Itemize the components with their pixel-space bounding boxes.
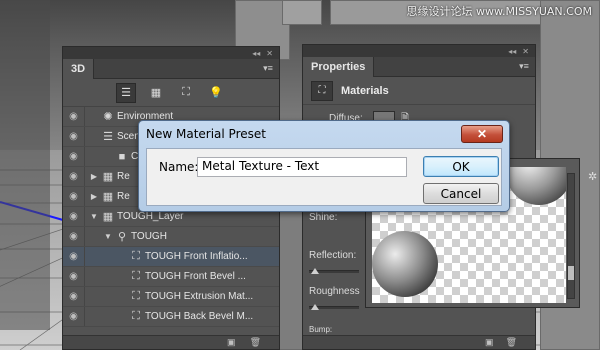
panel-tabs: Properties ▾≡ bbox=[303, 56, 535, 77]
panel-footer: ▣ 🗑 bbox=[303, 335, 535, 349]
collapse-icon[interactable]: ◂◂ bbox=[252, 49, 260, 58]
visibility-eye-icon[interactable]: ◉ bbox=[63, 267, 85, 286]
visibility-eye-icon[interactable]: ◉ bbox=[63, 107, 85, 126]
tab-3d[interactable]: 3D bbox=[63, 58, 95, 79]
materials-icon: ⛶ bbox=[311, 80, 333, 101]
scene-tree-row[interactable]: ◉ ⛶ TOUGH Extrusion Mat... bbox=[63, 287, 279, 307]
visibility-eye-icon[interactable]: ◉ bbox=[63, 207, 85, 226]
material-swatch[interactable] bbox=[372, 231, 438, 297]
picker-scrollbar[interactable] bbox=[567, 173, 575, 299]
mesh-icon: ▦ bbox=[102, 191, 114, 203]
cancel-button[interactable]: Cancel bbox=[423, 183, 499, 204]
material-swatch[interactable] bbox=[506, 167, 566, 205]
mesh-icon: ▦ bbox=[102, 171, 114, 183]
new-icon[interactable]: ▣ bbox=[227, 337, 236, 348]
name-label: Name: bbox=[159, 160, 199, 174]
expand-toggle-icon[interactable]: ▶ bbox=[89, 192, 99, 201]
scene-tree-row[interactable]: ◉ ▼ ⚲ TOUGH bbox=[63, 227, 279, 247]
visibility-eye-icon[interactable]: ◉ bbox=[63, 247, 85, 266]
panel-menu-icon[interactable]: ▾≡ bbox=[513, 61, 535, 72]
scene-tree-row-label: TOUGH Extrusion Mat... bbox=[145, 291, 254, 302]
picker-scroll-thumb[interactable] bbox=[568, 266, 574, 280]
scene-tree-row-label: TOUGH bbox=[131, 231, 167, 242]
dialog-body: Name: Metal Texture - Text OK Cancel bbox=[146, 148, 502, 206]
collapse-icon[interactable]: ◂◂ bbox=[508, 47, 516, 56]
dialog-titlebar[interactable]: New Material Preset ✕ bbox=[139, 121, 509, 147]
scene-filter-bar: ☰ ▦ ⛶ 💡 bbox=[63, 79, 279, 107]
panel-collapse-strip[interactable]: ◂◂ ✕ bbox=[303, 45, 535, 57]
expand-toggle-icon[interactable]: ▶ bbox=[89, 172, 99, 181]
bump-label: Bump: bbox=[309, 325, 333, 334]
3d-text-object[interactable] bbox=[282, 0, 322, 25]
scene-tree-row-label: TOUGH Front Inflatio... bbox=[145, 251, 248, 262]
close-icon[interactable]: ✕ bbox=[266, 49, 273, 58]
panel-tabs: 3D ▾≡ bbox=[63, 58, 279, 79]
ok-button[interactable]: OK bbox=[423, 156, 499, 177]
dialog-title: New Material Preset bbox=[146, 127, 266, 141]
gear-icon[interactable]: ✲ bbox=[588, 170, 598, 183]
visibility-eye-icon[interactable]: ◉ bbox=[63, 127, 85, 146]
shine-label: Shine: bbox=[309, 212, 338, 223]
scene-tree-row[interactable]: ◉ ⛶ TOUGH Front Bevel ... bbox=[63, 267, 279, 287]
expand-toggle-icon[interactable]: ▼ bbox=[103, 232, 113, 241]
new-material-preset-dialog: New Material Preset ✕ Name: Metal Textur… bbox=[138, 120, 510, 212]
roughness-slider-knob[interactable] bbox=[311, 304, 319, 310]
mesh-icon: ⚲ bbox=[117, 231, 127, 243]
watermark: 思缘设计论坛 www.MISSYUAN.COM bbox=[406, 5, 592, 18]
preset-name-input[interactable]: Metal Texture - Text bbox=[197, 157, 407, 177]
camera-icon: ■ bbox=[118, 150, 126, 163]
visibility-eye-icon[interactable]: ◉ bbox=[63, 167, 85, 186]
lights-icon[interactable]: 💡 bbox=[206, 83, 226, 103]
roughness-label: Roughness bbox=[309, 286, 360, 297]
panel-menu-icon[interactable]: ▾≡ bbox=[257, 63, 279, 74]
close-button[interactable]: ✕ bbox=[461, 125, 503, 143]
material-icon: ⛶ bbox=[132, 270, 140, 282]
new-icon[interactable]: ▣ bbox=[485, 337, 494, 348]
visibility-eye-icon[interactable]: ◉ bbox=[63, 147, 85, 166]
visibility-eye-icon[interactable]: ◉ bbox=[63, 227, 85, 246]
close-icon[interactable]: ✕ bbox=[522, 47, 529, 56]
visibility-eye-icon[interactable]: ◉ bbox=[63, 187, 85, 206]
panel-footer: ▣ 🗑 bbox=[63, 335, 279, 349]
properties-header: ⛶ Materials bbox=[303, 77, 535, 105]
scene-icon: ☰ bbox=[103, 131, 113, 143]
scene-tree-row-label: TOUGH Front Bevel ... bbox=[145, 271, 246, 282]
expand-toggle-icon[interactable]: ▼ bbox=[89, 212, 99, 221]
scene-tree-row-label: TOUGH_Layer bbox=[117, 211, 184, 222]
scene-tree-row[interactable]: ◉ ⛶ TOUGH Front Inflatio... bbox=[63, 247, 279, 267]
visibility-eye-icon[interactable]: ◉ bbox=[63, 307, 85, 326]
reflection-slider-knob[interactable] bbox=[311, 268, 319, 274]
materials-icon[interactable]: ⛶ bbox=[176, 83, 196, 103]
properties-title: Materials bbox=[341, 84, 389, 97]
scene-tree-row-label: Re bbox=[117, 171, 130, 182]
panel-collapse-strip[interactable]: ◂◂ ✕ bbox=[63, 47, 279, 59]
material-icon: ⛶ bbox=[132, 310, 140, 322]
scene-tree-row[interactable]: ◉ ⛶ TOUGH Back Bevel M... bbox=[63, 307, 279, 327]
visibility-eye-icon[interactable]: ◉ bbox=[63, 287, 85, 306]
reflection-label: Reflection: bbox=[309, 250, 357, 261]
tab-properties[interactable]: Properties bbox=[303, 56, 375, 77]
delete-icon[interactable]: 🗑 bbox=[250, 337, 261, 348]
environment-icon: ✺ bbox=[103, 111, 113, 123]
mesh-icon: ▦ bbox=[102, 211, 114, 223]
meshes-icon[interactable]: ▦ bbox=[146, 83, 166, 103]
material-icon: ⛶ bbox=[132, 250, 140, 262]
scene-tree-row-label: TOUGH Back Bevel M... bbox=[145, 311, 254, 322]
whole-scene-icon[interactable]: ☰ bbox=[116, 82, 136, 103]
material-icon: ⛶ bbox=[132, 290, 140, 302]
scene-tree-row-label: Re bbox=[117, 191, 130, 202]
delete-icon[interactable]: 🗑 bbox=[506, 337, 517, 348]
